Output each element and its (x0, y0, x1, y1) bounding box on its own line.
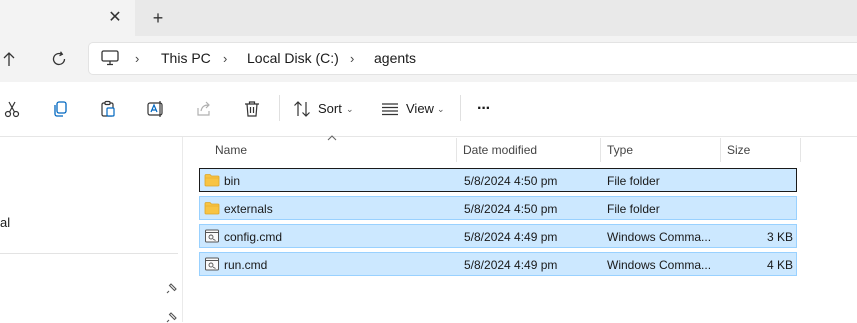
chevron-down-icon[interactable]: ⌄ (437, 101, 445, 117)
sidebar-item-label[interactable]: al (0, 215, 10, 230)
column-header-size[interactable]: Size (727, 142, 750, 158)
file-size: 3 KB (766, 230, 793, 244)
breadcrumb-separator[interactable]: › (135, 50, 139, 67)
column-header-name[interactable]: Name (215, 142, 247, 158)
pin-icon[interactable] (166, 311, 178, 323)
breadcrumb-agents[interactable]: agents (374, 50, 416, 67)
this-pc-icon[interactable] (101, 50, 119, 66)
file-name[interactable]: config.cmd (224, 229, 282, 245)
file-type: File folder (607, 202, 660, 216)
breadcrumb-this-pc[interactable]: This PC (161, 50, 211, 67)
script-file-icon (205, 229, 219, 243)
script-file-icon (205, 257, 219, 271)
view-icon[interactable] (381, 100, 399, 118)
copy-icon[interactable] (51, 100, 69, 118)
file-date: 5/8/2024 4:50 pm (464, 202, 558, 216)
sort-icon[interactable] (293, 100, 311, 118)
tab-active[interactable]: ✕ (0, 0, 135, 36)
sort-button[interactable]: Sort (318, 101, 342, 117)
cut-icon[interactable] (3, 100, 21, 118)
file-name[interactable]: bin (224, 173, 240, 189)
breadcrumb-separator[interactable]: › (223, 50, 227, 67)
tab-strip: ✕ + (0, 0, 857, 36)
pin-icon[interactable] (166, 282, 178, 294)
file-row[interactable]: config.cmd 5/8/2024 4:49 pm Windows Comm… (199, 224, 797, 248)
navigation-pane (0, 137, 183, 322)
nav-divider (0, 253, 178, 254)
column-header-type[interactable]: Type (607, 142, 633, 158)
share-icon (197, 101, 210, 116)
toolbar-divider (279, 95, 280, 121)
up-arrow-icon[interactable] (0, 50, 18, 68)
file-name[interactable]: run.cmd (224, 257, 267, 273)
column-divider[interactable] (600, 138, 601, 162)
delete-icon[interactable] (243, 100, 261, 118)
toolbar-divider (460, 95, 461, 121)
rename-icon[interactable] (147, 100, 165, 118)
file-type: Windows Comma... (607, 230, 712, 244)
new-tab-button[interactable]: + (149, 9, 167, 27)
chevron-down-icon[interactable]: ⌄ (346, 101, 354, 117)
column-divider[interactable] (800, 138, 801, 162)
file-date: 5/8/2024 4:49 pm (464, 230, 558, 244)
paste-icon[interactable] (99, 100, 117, 118)
refresh-icon[interactable] (50, 50, 68, 68)
view-button[interactable]: View (406, 101, 434, 117)
file-row[interactable]: bin 5/8/2024 4:50 pm File folder (199, 168, 797, 192)
file-type: Windows Comma... (607, 258, 712, 272)
column-divider[interactable] (456, 138, 457, 162)
more-options-button[interactable]: ··· (477, 101, 491, 117)
file-name[interactable]: externals (224, 201, 273, 217)
file-date: 5/8/2024 4:49 pm (464, 258, 558, 272)
file-size: 4 KB (766, 258, 793, 272)
sort-ascending-icon (327, 135, 337, 141)
close-tab-button[interactable]: ✕ (107, 10, 123, 26)
breadcrumb-separator[interactable]: › (350, 50, 354, 67)
folder-icon (204, 202, 220, 215)
file-row[interactable]: externals 5/8/2024 4:50 pm File folder (199, 196, 797, 220)
column-header-date[interactable]: Date modified (463, 142, 537, 158)
folder-icon (204, 174, 220, 187)
file-row[interactable]: run.cmd 5/8/2024 4:49 pm Windows Comma..… (199, 252, 797, 276)
column-divider[interactable] (720, 138, 721, 162)
file-date: 5/8/2024 4:50 pm (464, 174, 558, 188)
breadcrumb-local-disk[interactable]: Local Disk (C:) (247, 50, 339, 67)
file-type: File folder (607, 174, 660, 188)
